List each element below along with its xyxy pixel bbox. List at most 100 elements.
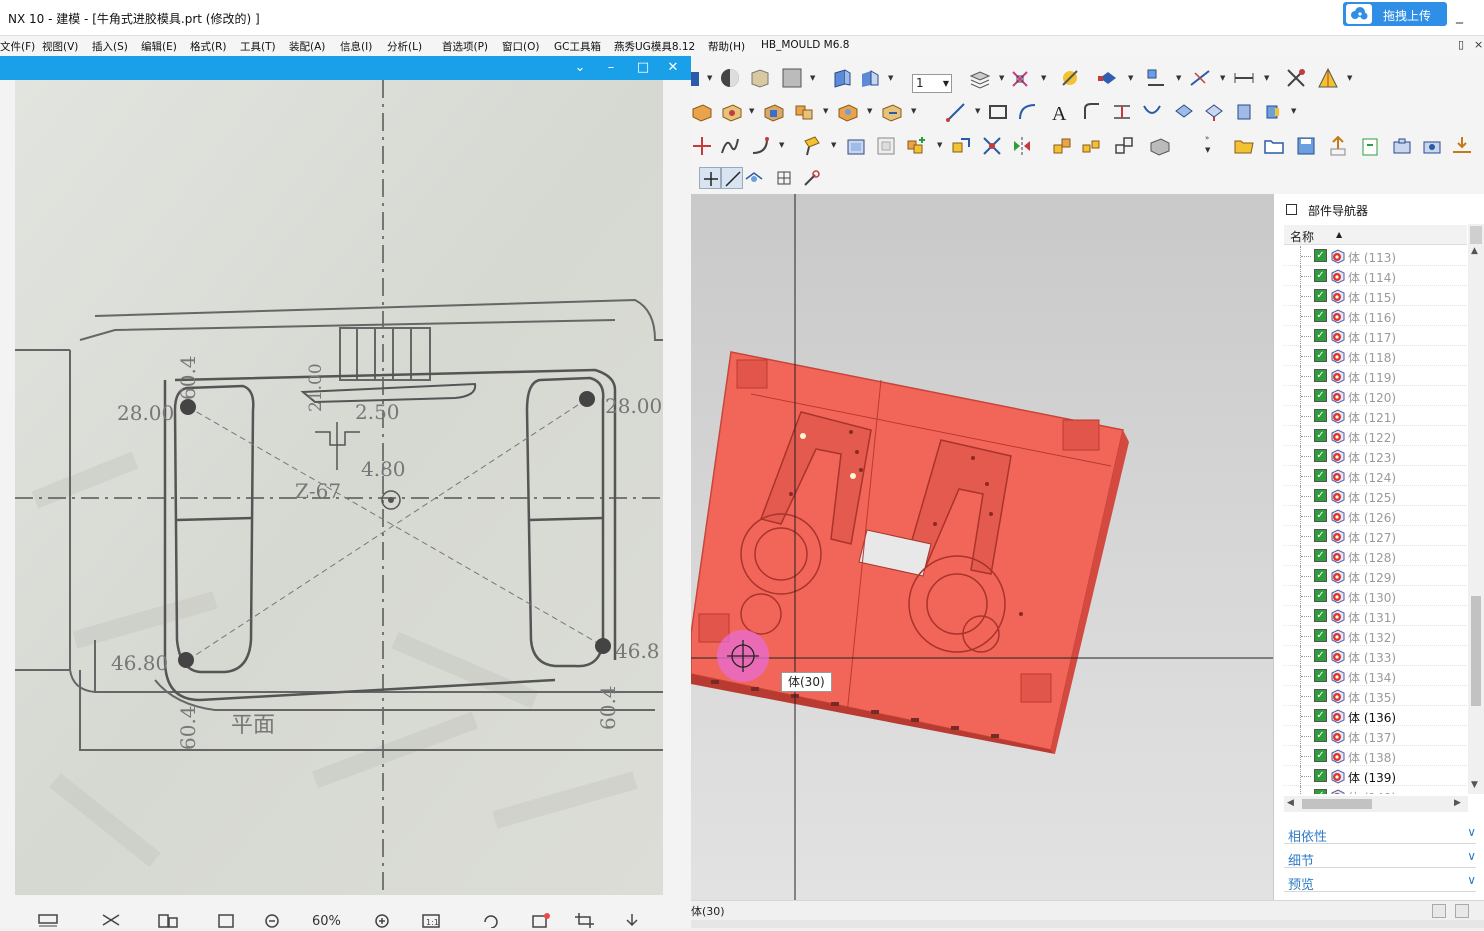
chevron-down-icon[interactable]: ▼: [831, 141, 836, 149]
visibility-checkbox[interactable]: ✓: [1314, 529, 1327, 542]
chevron-down-icon[interactable]: ▼: [888, 74, 893, 82]
menu-edit[interactable]: 编辑(E): [141, 39, 177, 54]
actual-size-icon[interactable]: [100, 912, 122, 928]
section-details[interactable]: 细节 ∨: [1284, 846, 1476, 869]
vertical-scrollbar[interactable]: ▲ ▼: [1468, 224, 1484, 794]
zoom-in-icon[interactable]: [372, 912, 394, 928]
tree-row[interactable]: ✓ 体 (124): [1284, 466, 1467, 486]
rectangle-icon[interactable]: [987, 101, 1009, 123]
text-icon[interactable]: A: [1049, 101, 1071, 123]
visibility-checkbox[interactable]: ✓: [1314, 429, 1327, 442]
tree-row[interactable]: ✓ 体 (119): [1284, 366, 1467, 386]
navigator-pin-checkbox[interactable]: [1286, 204, 1297, 215]
chevron-down-icon[interactable]: ▼: [1347, 74, 1352, 82]
visibility-checkbox[interactable]: ✓: [1314, 609, 1327, 622]
menu-window[interactable]: 窗口(O): [502, 39, 539, 54]
view-snap-icon[interactable]: [743, 167, 765, 189]
tree-row[interactable]: ✓ 体 (115): [1284, 286, 1467, 306]
move-face-icon[interactable]: [881, 101, 903, 123]
menu-hb-mould[interactable]: HB_MOULD M6.8: [761, 39, 849, 51]
close-icon[interactable]: ✕: [663, 58, 683, 78]
menu-format[interactable]: 格式(R): [190, 39, 227, 54]
tree-row[interactable]: ✓ 体 (127): [1284, 526, 1467, 546]
upload-button[interactable]: 拖拽上传: [1343, 2, 1447, 26]
project-curve-icon[interactable]: [1111, 101, 1133, 123]
mould-model[interactable]: [691, 194, 1273, 900]
chevron-down-icon[interactable]: ▼: [1220, 74, 1225, 82]
scroll-left-icon[interactable]: ◀: [1287, 798, 1294, 808]
visibility-checkbox[interactable]: ✓: [1314, 489, 1327, 502]
graphics-window[interactable]: 体(30): [691, 194, 1273, 900]
chevron-down-icon[interactable]: ▼: [937, 141, 942, 149]
tree-row[interactable]: ✓ 体 (133): [1284, 646, 1467, 666]
menu-yanxiu[interactable]: 燕秀UG模具8.12: [614, 39, 695, 54]
draft-icon[interactable]: [1317, 67, 1339, 89]
tree-row[interactable]: ✓ 体 (117): [1284, 326, 1467, 346]
tree-row[interactable]: ✓ 体 (135): [1284, 686, 1467, 706]
visibility-checkbox[interactable]: ✓: [1314, 329, 1327, 342]
intersect-curve-icon[interactable]: [1141, 101, 1163, 123]
tree-row[interactable]: ✓ 体 (118): [1284, 346, 1467, 366]
visibility-checkbox[interactable]: ✓: [1314, 669, 1327, 682]
visibility-checkbox[interactable]: ✓: [1314, 469, 1327, 482]
one-to-one-icon[interactable]: 1:1: [420, 912, 442, 928]
chevron-down-icon[interactable]: ▼: [1128, 74, 1133, 82]
brush-icon[interactable]: [801, 135, 823, 157]
add-component-icon[interactable]: [905, 135, 927, 157]
material-icon[interactable]: [749, 67, 771, 89]
crop-icon[interactable]: [574, 912, 596, 928]
constraint-icon[interactable]: [981, 135, 1003, 157]
tree-row[interactable]: ✓ 体 (130): [1284, 586, 1467, 606]
tree-row[interactable]: ✓ 体 (113): [1284, 246, 1467, 266]
tree-row[interactable]: ✓ 体 (122): [1284, 426, 1467, 446]
visibility-checkbox[interactable]: ✓: [1314, 269, 1327, 282]
chevron-down-icon[interactable]: ▼: [911, 107, 916, 115]
chevron-down-icon[interactable]: ▼: [1205, 146, 1210, 154]
menu-assembly[interactable]: 装配(A): [289, 39, 325, 54]
compare-icon[interactable]: [157, 912, 179, 928]
minimize-icon[interactable]: –: [601, 58, 621, 78]
fit-window-icon[interactable]: [37, 912, 59, 928]
scroll-thumb[interactable]: [1471, 596, 1481, 706]
open-folder-icon[interactable]: [1233, 135, 1255, 157]
visibility-checkbox[interactable]: ✓: [1314, 789, 1327, 794]
layer-settings-icon[interactable]: [969, 68, 991, 90]
tree-row[interactable]: ✓ 体 (126): [1284, 506, 1467, 526]
grid-icon[interactable]: [773, 167, 795, 189]
shading-icon[interactable]: [719, 67, 741, 89]
tree-row[interactable]: ✓ 体 (139): [1284, 766, 1467, 786]
tree-row[interactable]: ✓ 体 (137): [1284, 726, 1467, 746]
visibility-checkbox[interactable]: ✓: [1314, 389, 1327, 402]
screenshot-icon[interactable]: [1391, 135, 1413, 157]
chevron-down-icon[interactable]: ▼: [779, 141, 784, 149]
background-icon[interactable]: [781, 67, 803, 89]
tree-row[interactable]: ✓ 体 (128): [1284, 546, 1467, 566]
move-component-icon[interactable]: [949, 135, 971, 157]
chevron-down-icon[interactable]: ▼: [707, 74, 712, 82]
menu-view[interactable]: 视图(V): [42, 39, 78, 54]
scroll-up-icon[interactable]: ▲: [1471, 246, 1478, 256]
visibility-checkbox[interactable]: ✓: [1314, 749, 1327, 762]
tree-row[interactable]: ✓ 体 (134): [1284, 666, 1467, 686]
tree-row[interactable]: ✓ 体 (136): [1284, 706, 1467, 726]
chevron-down-icon[interactable]: ⌄: [570, 58, 590, 78]
visibility-checkbox[interactable]: ✓: [1314, 509, 1327, 522]
replace-component-icon[interactable]: [1113, 135, 1135, 157]
wrap-icon[interactable]: [1203, 101, 1225, 123]
chevron-down-icon[interactable]: ▼: [749, 107, 754, 115]
scroll-thumb[interactable]: [1302, 799, 1372, 809]
helix-icon[interactable]: [749, 135, 771, 157]
trim-icon[interactable]: [1285, 67, 1307, 89]
assembly-icon[interactable]: [845, 135, 867, 157]
visibility-checkbox[interactable]: ✓: [1314, 709, 1327, 722]
drawing-sheet-icon[interactable]: [875, 135, 897, 157]
visibility-checkbox[interactable]: ✓: [1314, 629, 1327, 642]
visibility-checkbox[interactable]: ✓: [1314, 569, 1327, 582]
wave-link-icon[interactable]: [1051, 135, 1073, 157]
snap-point-icon[interactable]: [699, 167, 721, 189]
view-section-icon[interactable]: [859, 67, 881, 89]
maximize-icon[interactable]: □: [633, 58, 653, 78]
tree-row[interactable]: ✓ 体 (114): [1284, 266, 1467, 286]
cylinder-icon[interactable]: [1233, 101, 1255, 123]
visibility-checkbox[interactable]: ✓: [1314, 349, 1327, 362]
